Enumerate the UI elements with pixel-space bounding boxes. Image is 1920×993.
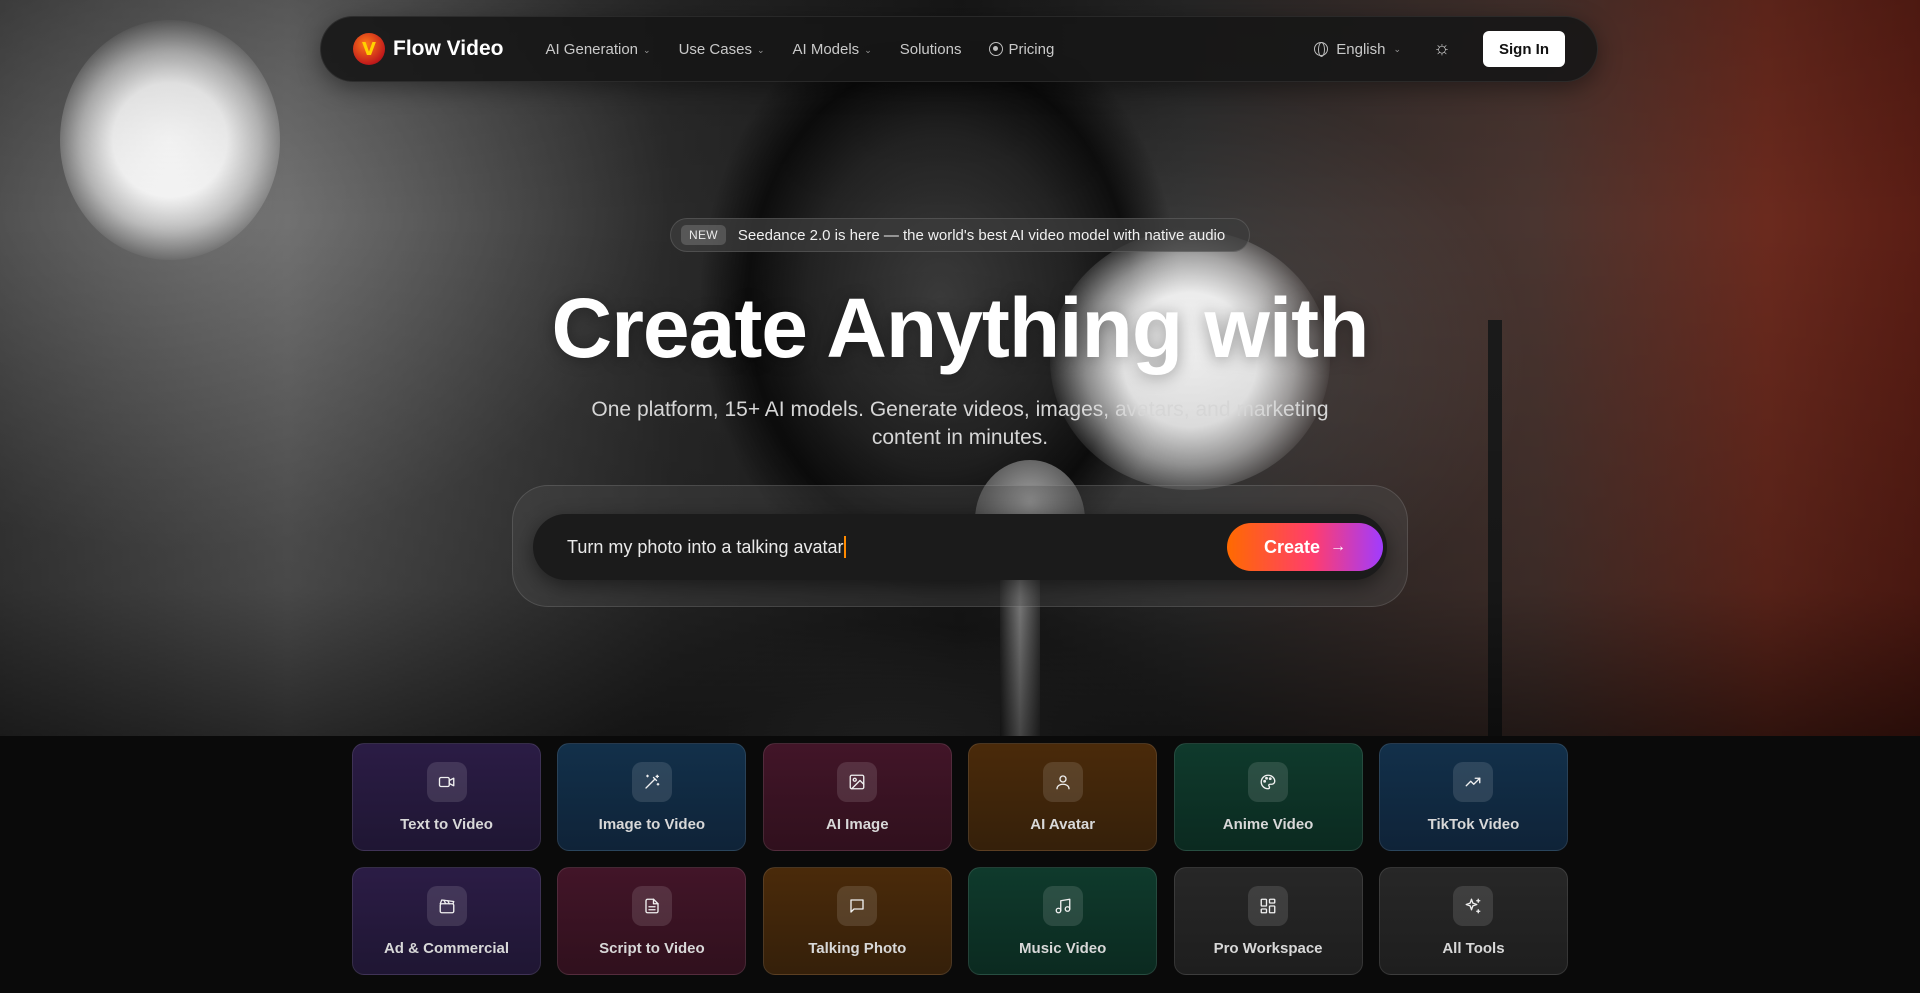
tool-card-ad-commercial[interactable]: Ad & Commercial: [352, 867, 541, 975]
nav-item-label: AI Models: [792, 40, 860, 58]
nav-pricing[interactable]: Pricing: [975, 29, 1068, 69]
video-camera-icon: [426, 761, 467, 802]
tool-card-ai-image[interactable]: AI Image: [762, 743, 952, 851]
tool-card-label: Talking Photo: [808, 939, 907, 957]
chevron-down-icon: ⌄: [1393, 43, 1401, 54]
tool-card-label: Image to Video: [598, 815, 706, 833]
top-navbar: V Flow Video AI Generation ⌄ Use Cases ⌄…: [320, 16, 1598, 82]
language-selector[interactable]: English ⌄: [1314, 41, 1401, 58]
tool-card-music-video[interactable]: Music Video: [968, 867, 1158, 975]
tool-card-label: Script to Video: [599, 939, 705, 957]
announcement-text: Seedance 2.0 is here — the world's best …: [737, 226, 1226, 244]
sun-icon: ☼: [1433, 38, 1451, 59]
chevron-down-icon: ⌄: [756, 44, 765, 55]
nav-ai-generation[interactable]: AI Generation ⌄: [531, 29, 664, 69]
prompt-container: Turn my photo into a talking avatar Crea…: [512, 485, 1408, 607]
tool-card-image-to-video[interactable]: Image to Video: [557, 743, 747, 851]
tool-card-label: Ad & Commercial: [383, 939, 510, 957]
tool-card-pro-workspace[interactable]: Pro Workspace: [1173, 867, 1363, 975]
grid-layout-icon: [1248, 885, 1289, 926]
prompt-field[interactable]: Turn my photo into a talking avatar Crea…: [533, 514, 1387, 580]
tool-card-script-to-video[interactable]: Script to Video: [557, 867, 747, 975]
theme-toggle-button[interactable]: ☼: [1431, 38, 1453, 60]
brand-name: Flow Video: [393, 37, 504, 60]
text-caret: [844, 536, 847, 558]
image-icon: [837, 761, 878, 802]
nav-item-label: Pricing: [1008, 40, 1055, 58]
tool-card-label: AI Avatar: [1030, 815, 1096, 833]
hero-subheadline: One platform, 15+ AI models. Generate vi…: [591, 398, 1329, 449]
trending-up-icon: [1453, 761, 1494, 802]
brand[interactable]: V Flow Video: [353, 33, 503, 65]
nav-solutions[interactable]: Solutions: [886, 29, 976, 69]
arrow-right-icon: →: [1330, 538, 1347, 555]
palette-icon: [1248, 761, 1289, 802]
create-button[interactable]: Create →: [1227, 523, 1383, 571]
chevron-down-icon: ⌄: [864, 44, 872, 55]
hero-headline: Create Anything with: [551, 281, 1370, 375]
document-icon: [631, 885, 672, 926]
create-button-label: Create: [1263, 536, 1321, 557]
tool-card-label: All Tools: [1442, 939, 1505, 957]
tool-card-talking-photo[interactable]: Talking Photo: [762, 867, 952, 975]
nav-ai-models[interactable]: AI Models ⌄: [778, 29, 885, 69]
nav-item-label: Solutions: [899, 40, 962, 58]
chat-bubble-icon: [837, 885, 878, 926]
tool-card-label: AI Image: [826, 815, 889, 833]
announcement-banner[interactable]: NEW Seedance 2.0 is here — the world's b…: [670, 218, 1250, 252]
brand-logo-icon: V: [353, 33, 385, 65]
nav-use-cases[interactable]: Use Cases ⌄: [665, 29, 779, 69]
tool-card-label: Pro Workspace: [1213, 939, 1323, 957]
tool-card-label: Text to Video: [400, 815, 493, 833]
chevron-down-icon: ⌄: [643, 44, 651, 55]
globe-icon: [1314, 42, 1329, 57]
nav-item-label: Use Cases: [678, 40, 752, 58]
tool-card-all-tools[interactable]: All Tools: [1378, 867, 1568, 975]
coin-icon: [989, 42, 1004, 56]
new-badge: NEW: [681, 225, 726, 245]
tool-card-label: Music Video: [1019, 939, 1107, 957]
tool-card-ai-avatar[interactable]: AI Avatar: [968, 743, 1158, 851]
sign-in-button[interactable]: Sign In: [1483, 31, 1565, 67]
tool-card-label: Anime Video: [1222, 815, 1314, 833]
tool-card-label: TikTok Video: [1427, 815, 1520, 833]
user-icon: [1042, 761, 1083, 802]
magic-wand-icon: [631, 761, 672, 802]
tool-card-anime-video[interactable]: Anime Video: [1173, 743, 1363, 851]
nav-item-label: AI Generation: [545, 40, 639, 58]
music-note-icon: [1042, 885, 1083, 926]
language-label: English: [1336, 40, 1386, 58]
sparkles-icon: [1453, 885, 1494, 926]
tool-card-text-to-video[interactable]: Text to Video: [352, 743, 541, 851]
prompt-input[interactable]: Turn my photo into a talking avatar: [567, 537, 843, 558]
tool-card-tiktok-video[interactable]: TikTok Video: [1378, 743, 1568, 851]
clapperboard-icon: [426, 885, 467, 926]
tools-grid: Text to Video Image to Video AI Image AI…: [352, 743, 1568, 975]
